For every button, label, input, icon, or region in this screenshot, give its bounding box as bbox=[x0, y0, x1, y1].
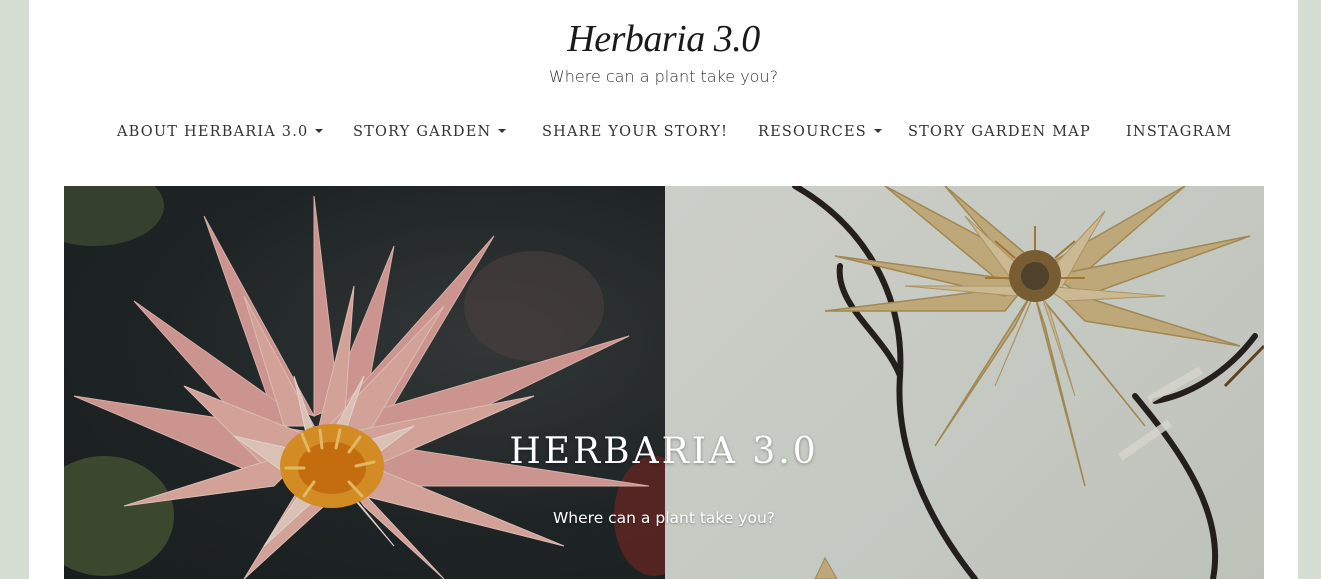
nav-item-about[interactable]: ABOUT HERBARIA 3.0 bbox=[117, 122, 324, 142]
caret-down-icon bbox=[498, 129, 507, 133]
nav-item-label: SHARE YOUR STORY! bbox=[542, 124, 729, 140]
main-nav: ABOUT HERBARIA 3.0 STORY GARDEN SHARE YO… bbox=[29, 118, 1298, 148]
nav-item-resources[interactable]: RESOURCES bbox=[758, 122, 882, 142]
nav-item-label: STORY GARDEN bbox=[353, 124, 492, 140]
site-tagline: Where can a plant take you? bbox=[548, 67, 779, 86]
caret-down-icon bbox=[873, 129, 882, 133]
hero-subtitle: Where can a plant take you? bbox=[552, 509, 776, 527]
nav-item-label: ABOUT HERBARIA 3.0 bbox=[117, 124, 309, 140]
nav-item-label: INSTAGRAM bbox=[1126, 124, 1233, 140]
nav-item-share-your-story[interactable]: SHARE YOUR STORY! bbox=[542, 122, 728, 142]
nav-item-story-garden-map[interactable]: STORY GARDEN MAP bbox=[908, 122, 1091, 142]
hero-title: HERBARIA 3.0 bbox=[509, 431, 819, 472]
hero-banner: HERBARIA 3.0 Where can a plant take you? bbox=[64, 186, 1264, 579]
page-container: Herbaria 3.0 Where can a plant take you?… bbox=[29, 0, 1298, 579]
site-title[interactable]: Herbaria 3.0 bbox=[29, 16, 1298, 62]
caret-down-icon bbox=[315, 129, 324, 133]
nav-item-label: STORY GARDEN MAP bbox=[908, 124, 1091, 140]
nav-item-story-garden[interactable]: STORY GARDEN bbox=[353, 122, 507, 142]
nav-item-label: RESOURCES bbox=[758, 124, 867, 140]
nav-item-instagram[interactable]: INSTAGRAM bbox=[1126, 122, 1232, 142]
